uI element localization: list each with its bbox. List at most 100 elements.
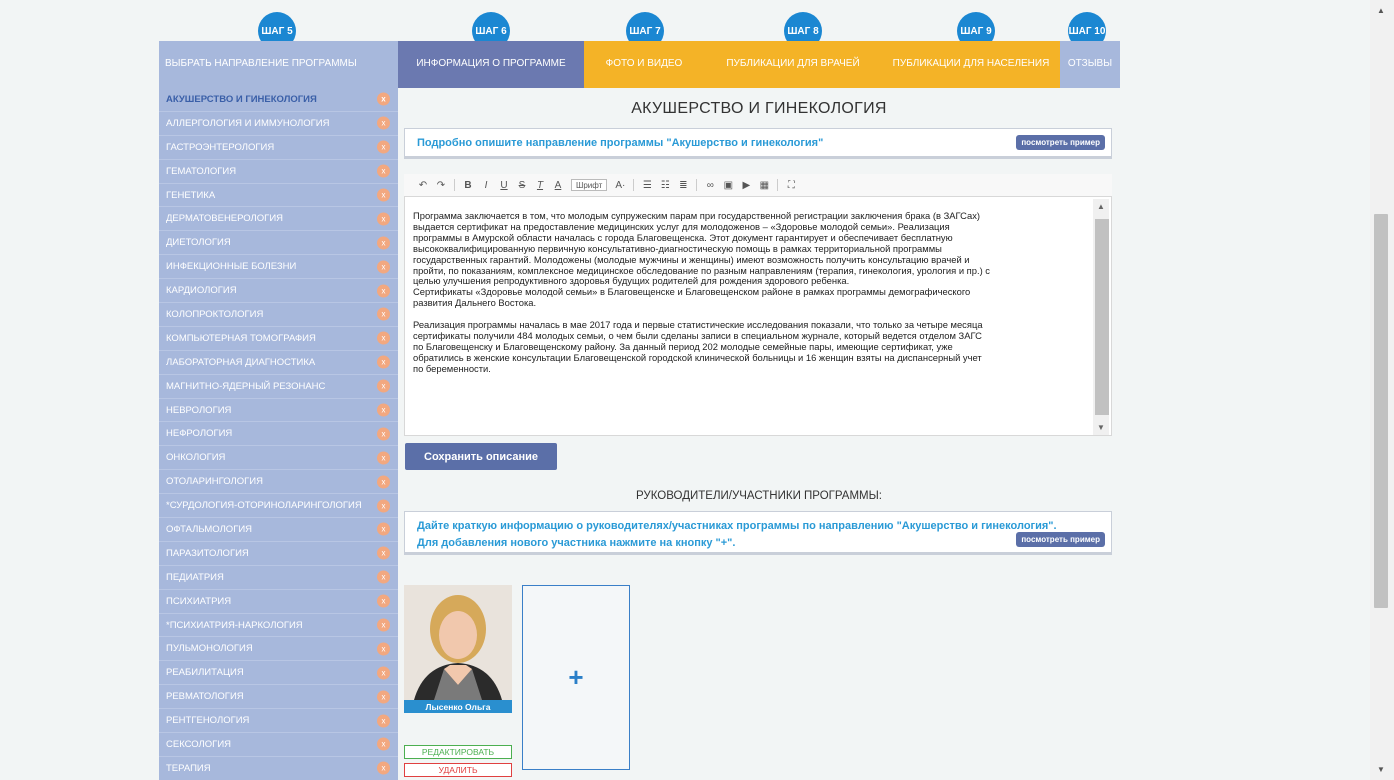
save-description-button[interactable]: Сохранить описание: [405, 443, 557, 470]
step-bar-program-info[interactable]: ИНФОРМАЦИЯ О ПРОГРАММЕ: [398, 41, 584, 88]
sidebar-item[interactable]: НЕВРОЛОГИЯ x: [159, 399, 398, 423]
editor-text[interactable]: Программа заключается в том, что молодым…: [413, 210, 1093, 375]
sidebar-item[interactable]: ГЕМАТОЛОГИЯ x: [159, 160, 398, 184]
scroll-up-icon[interactable]: ▲: [1097, 202, 1105, 211]
remove-icon[interactable]: x: [377, 618, 390, 632]
sidebar-item[interactable]: ОТОЛАРИНГОЛОГИЯ x: [159, 470, 398, 495]
sidebar-item-label: АКУШЕРСТВО И ГИНЕКОЛОГИЯ: [166, 93, 317, 105]
remove-icon[interactable]: x: [377, 761, 390, 775]
remove-icon[interactable]: x: [377, 140, 390, 154]
sidebar-item[interactable]: РЕАБИЛИТАЦИЯ x: [159, 661, 398, 686]
sidebar-item[interactable]: ГЕНЕТИКА x: [159, 184, 398, 208]
sidebar-item[interactable]: АЛЛЕРГОЛОГИЯ И ИММУНОЛОГИЯ x: [159, 112, 398, 136]
sidebar-item[interactable]: РЕВМАТОЛОГИЯ x: [159, 685, 398, 710]
sidebar-item[interactable]: КАРДИОЛОГИЯ x: [159, 279, 398, 304]
underline-icon[interactable]: U: [499, 180, 509, 191]
align-icon[interactable]: ≣: [678, 180, 688, 191]
sidebar-item[interactable]: *СУРДОЛОГИЯ-ОТОРИНОЛАРИНГОЛОГИЯ x: [159, 494, 398, 519]
step-bar-photo-video[interactable]: ФОТО И ВИДЕО: [584, 41, 704, 88]
sidebar-item[interactable]: ПЕДИАТРИЯ x: [159, 566, 398, 590]
bullet-list-icon[interactable]: ☷: [660, 180, 670, 191]
step-bar-publications-population[interactable]: ПУБЛИКАЦИИ ДЛЯ НАСЕЛЕНИЯ: [882, 41, 1060, 88]
sidebar-item[interactable]: НЕФРОЛОГИЯ x: [159, 422, 398, 447]
remove-icon[interactable]: x: [377, 690, 390, 704]
remove-icon[interactable]: x: [377, 188, 390, 202]
font-select[interactable]: Шрифт: [571, 179, 608, 191]
remove-icon[interactable]: x: [377, 379, 390, 393]
sidebar-item[interactable]: ДИЕТОЛОГИЯ x: [159, 231, 398, 256]
ordered-list-icon[interactable]: ☰: [642, 180, 652, 191]
sidebar-item[interactable]: КОМПЬЮТЕРНАЯ ТОМОГРАФИЯ x: [159, 327, 398, 351]
sidebar-item[interactable]: ПСИХИАТРИЯ x: [159, 590, 398, 614]
fullscreen-icon[interactable]: ⛶: [786, 180, 796, 191]
remove-icon[interactable]: x: [377, 260, 390, 274]
remove-icon[interactable]: x: [377, 307, 390, 321]
step-bar-publications-doctors[interactable]: ПУБЛИКАЦИИ ДЛЯ ВРАЧЕЙ: [704, 41, 882, 88]
table-icon[interactable]: ▦: [759, 180, 769, 191]
page-scrollbar[interactable]: ▲ ▼: [1370, 0, 1394, 780]
remove-icon[interactable]: x: [377, 236, 390, 250]
remove-icon[interactable]: x: [377, 522, 390, 536]
scroll-up-icon[interactable]: ▲: [1377, 6, 1385, 15]
sidebar-item[interactable]: ИНФЕКЦИОННЫЕ БОЛЕЗНИ x: [159, 255, 398, 280]
step-bar-choose-direction[interactable]: ВЫБРАТЬ НАПРАВЛЕНИЕ ПРОГРАММЫ: [159, 41, 398, 88]
add-member-button[interactable]: +: [522, 585, 630, 770]
view-example-button[interactable]: посмотреть пример: [1016, 532, 1105, 547]
font-size-icon[interactable]: A·: [615, 180, 625, 191]
remove-icon[interactable]: x: [377, 92, 390, 106]
remove-icon[interactable]: x: [377, 642, 390, 656]
remove-icon[interactable]: x: [377, 355, 390, 369]
sidebar-item[interactable]: *ПСИХИАТРИЯ-НАРКОЛОГИЯ x: [159, 614, 398, 638]
bold-icon[interactable]: B: [463, 180, 473, 191]
link-icon[interactable]: ∞: [705, 180, 715, 191]
edit-member-button[interactable]: РЕДАКТИРОВАТЬ: [404, 745, 512, 759]
step-bar-reviews[interactable]: ОТЗЫВЫ: [1060, 41, 1120, 88]
sidebar-item[interactable]: ОФТАЛЬМОЛОГИЯ x: [159, 518, 398, 542]
remove-icon[interactable]: x: [377, 403, 390, 417]
sidebar-item[interactable]: ОНКОЛОГИЯ x: [159, 446, 398, 471]
remove-icon[interactable]: x: [377, 164, 390, 178]
editor-scrollbar[interactable]: ▲ ▼: [1093, 199, 1109, 435]
view-example-button[interactable]: посмотреть пример: [1016, 135, 1105, 150]
editor-scroll-thumb[interactable]: [1095, 219, 1109, 415]
delete-member-button[interactable]: УДАЛИТЬ: [404, 763, 512, 777]
sidebar-item[interactable]: РЕНТГЕНОЛОГИЯ x: [159, 709, 398, 734]
sidebar-item[interactable]: АКУШЕРСТВО И ГИНЕКОЛОГИЯ x: [159, 88, 398, 112]
scroll-down-icon[interactable]: ▼: [1097, 423, 1105, 432]
remove-icon[interactable]: x: [377, 570, 390, 584]
remove-icon[interactable]: x: [377, 331, 390, 345]
remove-icon[interactable]: x: [377, 714, 390, 728]
scroll-down-icon[interactable]: ▼: [1377, 765, 1385, 774]
image-icon[interactable]: ▣: [723, 180, 733, 191]
video-icon[interactable]: ▶: [741, 180, 751, 191]
sidebar-item[interactable]: СЕКСОЛОГИЯ x: [159, 733, 398, 757]
remove-icon[interactable]: x: [377, 594, 390, 608]
remove-icon[interactable]: x: [377, 666, 390, 680]
remove-icon[interactable]: x: [377, 284, 390, 298]
remove-icon[interactable]: x: [377, 499, 390, 513]
sidebar-item[interactable]: ПУЛЬМОНОЛОГИЯ x: [159, 637, 398, 662]
redo-icon[interactable]: ↷: [436, 180, 446, 191]
clear-format-icon[interactable]: T: [535, 180, 545, 191]
sidebar-item[interactable]: ЛАБОРАТОРНАЯ ДИАГНОСТИКА x: [159, 351, 398, 375]
page-scroll-thumb[interactable]: [1374, 214, 1388, 608]
sidebar-item[interactable]: МАГНИТНО-ЯДЕРНЫЙ РЕЗОНАНС x: [159, 375, 398, 399]
remove-icon[interactable]: x: [377, 546, 390, 560]
sidebar-item[interactable]: ГАСТРОЭНТЕРОЛОГИЯ x: [159, 136, 398, 160]
sidebar-item[interactable]: КОЛОПРОКТОЛОГИЯ x: [159, 303, 398, 327]
member-photo: [404, 585, 512, 700]
description-editor[interactable]: Программа заключается в том, что молодым…: [404, 196, 1112, 436]
italic-icon[interactable]: I: [481, 180, 491, 191]
remove-icon[interactable]: x: [377, 737, 390, 751]
remove-icon[interactable]: x: [377, 451, 390, 465]
undo-icon[interactable]: ↶: [418, 180, 428, 191]
sidebar-item[interactable]: ПАРАЗИТОЛОГИЯ x: [159, 542, 398, 566]
remove-icon[interactable]: x: [377, 475, 390, 489]
text-color-icon[interactable]: A: [553, 180, 563, 191]
remove-icon[interactable]: x: [377, 116, 390, 130]
sidebar-item[interactable]: ДЕРМАТОВЕНЕРОЛОГИЯ x: [159, 207, 398, 232]
sidebar-item[interactable]: ТЕРАПИЯ x: [159, 757, 398, 780]
strikethrough-icon[interactable]: S: [517, 180, 527, 191]
remove-icon[interactable]: x: [377, 212, 390, 226]
remove-icon[interactable]: x: [377, 427, 390, 441]
